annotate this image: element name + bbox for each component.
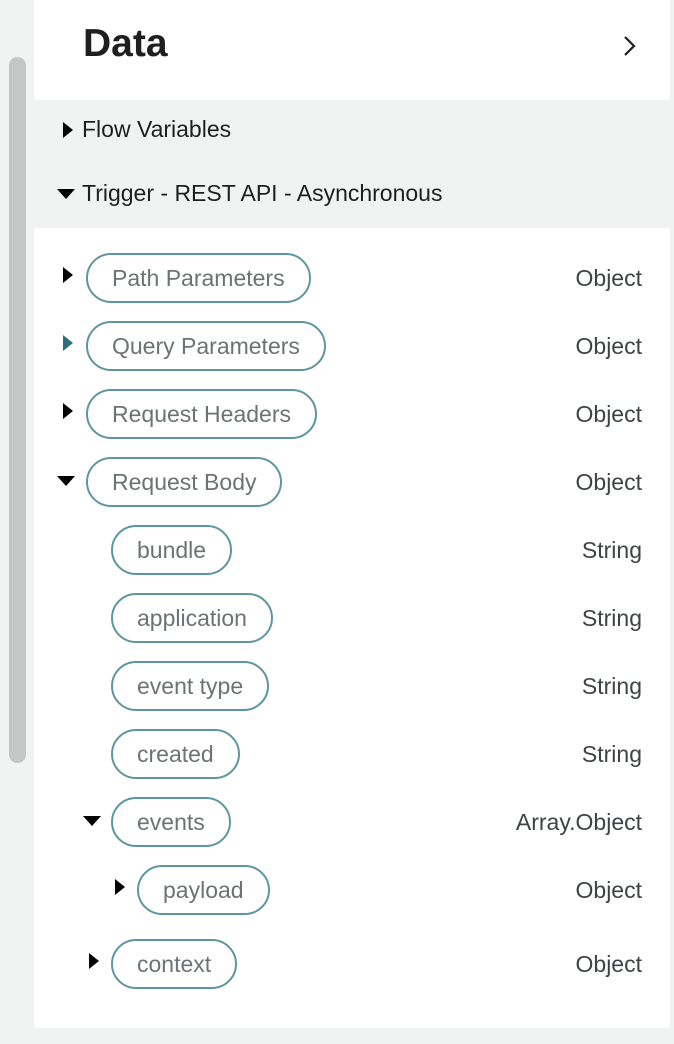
scrollbar-thumb[interactable] <box>9 57 26 763</box>
tree-item-flow-variables[interactable]: Flow Variables <box>34 110 670 150</box>
field-type: Object <box>575 265 642 291</box>
field-type: Object <box>575 333 642 359</box>
tree-row-request-headers: Request Headers Object <box>34 387 670 441</box>
field-pill-context[interactable]: context <box>111 939 238 989</box>
tree-row-payload: payload Object <box>34 863 670 917</box>
caret-right-icon[interactable] <box>62 122 76 138</box>
caret-right-icon[interactable] <box>62 403 76 419</box>
tree-row-application: application String <box>34 591 670 645</box>
caret-down-icon[interactable] <box>57 188 75 200</box>
field-type: String <box>581 537 642 563</box>
field-pill-created[interactable]: created <box>111 729 240 779</box>
trigger-label: Trigger - REST API - Asynchronous <box>82 180 443 206</box>
field-pill-application[interactable]: application <box>111 593 273 643</box>
field-type: Object <box>575 951 642 977</box>
caret-right-icon[interactable] <box>114 879 128 895</box>
tree-row-created: created String <box>34 727 670 781</box>
field-type: String <box>581 741 642 767</box>
field-pill-query-parameters[interactable]: Query Parameters <box>86 321 326 371</box>
scrollbar-track[interactable] <box>0 0 34 1044</box>
tree-row-events: events Array.Object <box>34 795 670 849</box>
field-type: String <box>581 605 642 631</box>
tree-item-trigger[interactable]: Trigger - REST API - Asynchronous <box>34 174 670 214</box>
field-pill-request-headers[interactable]: Request Headers <box>86 389 317 439</box>
caret-down-icon[interactable] <box>83 815 101 827</box>
flow-variables-label: Flow Variables <box>82 116 232 142</box>
field-type: Object <box>575 877 642 903</box>
field-type: Object <box>575 469 642 495</box>
panel-title: Data <box>83 22 168 65</box>
caret-down-icon[interactable] <box>57 475 75 487</box>
field-pill-event-type[interactable]: event type <box>111 661 270 711</box>
field-type: Array.Object <box>515 809 642 835</box>
data-panel: Data Flow Variables Trigger - REST API -… <box>34 0 670 1028</box>
field-type: String <box>581 673 642 699</box>
tree-row-bundle: bundle String <box>34 523 670 577</box>
chevron-right-icon[interactable] <box>618 35 640 57</box>
field-pill-path-parameters[interactable]: Path Parameters <box>86 253 311 303</box>
tree-row-query-parameters: Query Parameters Object <box>34 319 670 373</box>
caret-right-icon[interactable] <box>62 267 76 283</box>
tree-row-path-parameters: Path Parameters Object <box>34 251 670 305</box>
panel-divider <box>670 0 674 1044</box>
field-pill-payload[interactable]: payload <box>137 865 270 915</box>
variables-section: Flow Variables Trigger - REST API - Asyn… <box>34 100 670 228</box>
field-pill-events[interactable]: events <box>111 797 231 847</box>
tree-row-request-body: Request Body Object <box>34 455 670 509</box>
field-pill-bundle[interactable]: bundle <box>111 525 233 575</box>
caret-right-icon[interactable] <box>88 953 102 969</box>
field-type: Object <box>575 401 642 427</box>
tree-row-context: context Object <box>34 937 670 991</box>
caret-right-icon[interactable] <box>62 335 76 351</box>
panel-header: Data <box>34 0 670 100</box>
field-pill-request-body[interactable]: Request Body <box>86 457 283 507</box>
tree-row-event-type: event type String <box>34 659 670 713</box>
